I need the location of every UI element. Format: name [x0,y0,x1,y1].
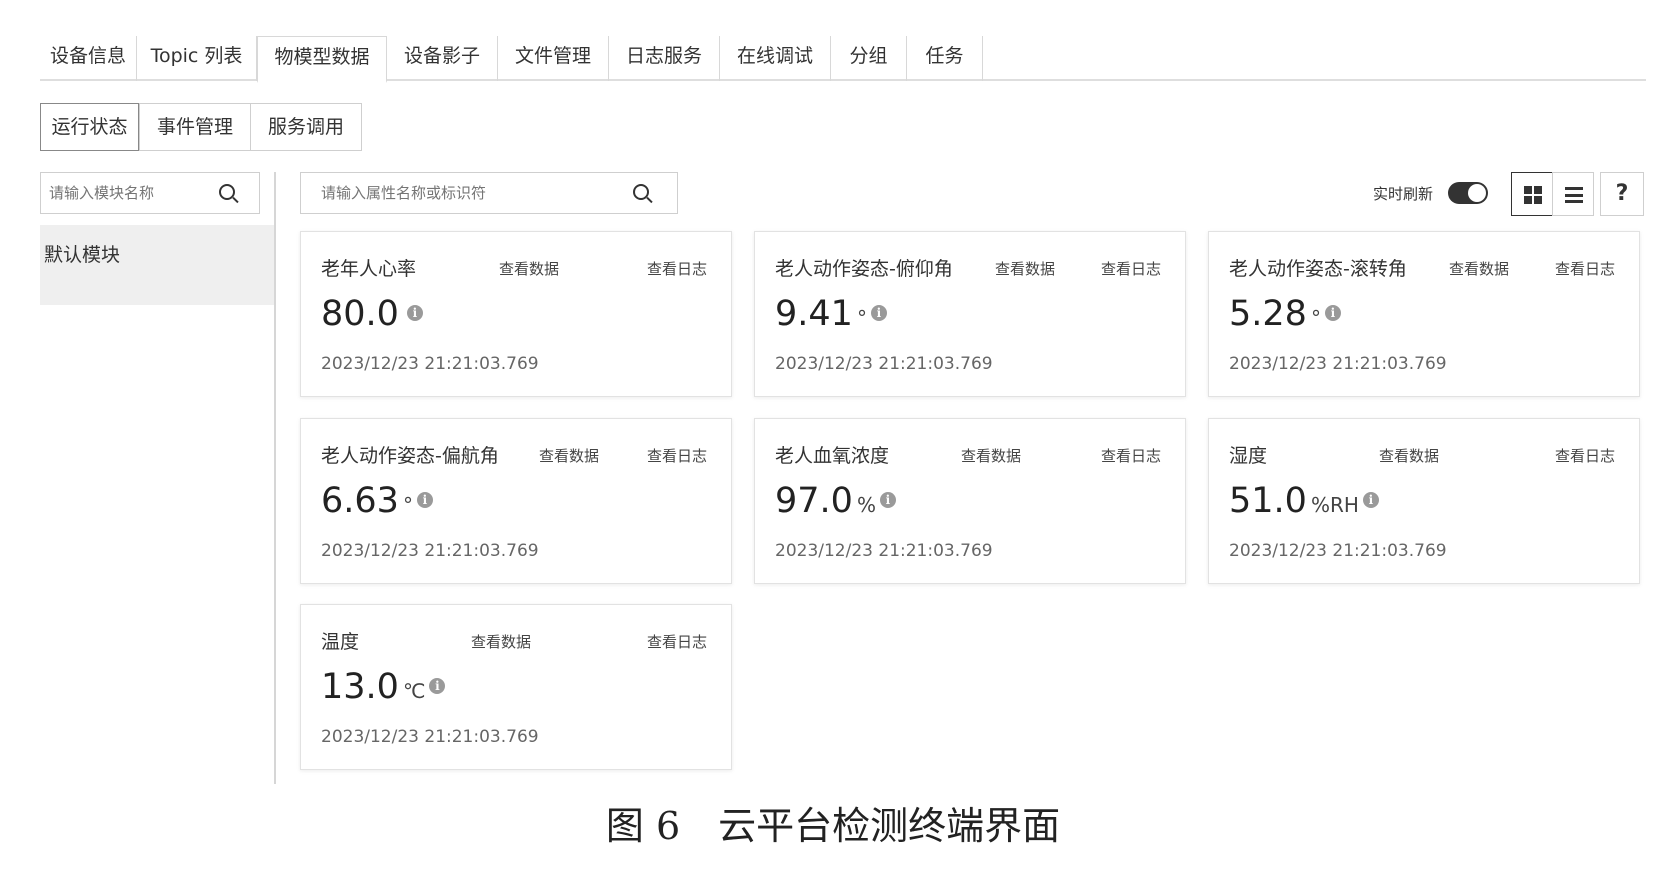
property-card: 老年人心率 查看数据 查看日志 80.0 i 2023/12/23 21:21:0… [300,231,732,397]
module-search-box [40,172,260,214]
property-value: 6.63 ° i [321,481,433,521]
property-card: 老人动作姿态-偏航角 查看数据 查看日志 6.63 ° i 2023/12/23 2… [300,418,732,584]
info-icon[interactable]: i [416,492,433,508]
property-name: 温度 [321,631,360,653]
view-log-link[interactable]: 查看日志 [1101,258,1161,279]
subtab-event-management[interactable]: 事件管理 [139,103,251,151]
property-card: 湿度 查看数据 查看日志 51.0 %RH i 2023/12/23 21:21:0… [1208,418,1640,584]
grid-view-button[interactable] [1511,172,1553,216]
property-unit: ℃ [402,679,426,703]
tab-task[interactable]: 任务 [907,36,983,81]
tab-topic-list[interactable]: Topic 列表 [137,36,257,81]
property-timestamp: 2023/12/23 21:21:03.769 [775,354,993,374]
property-name: 老人血氧浓度 [775,445,890,467]
property-unit: %RH [1310,493,1359,517]
info-icon[interactable]: i [1324,305,1341,321]
view-log-link[interactable]: 查看日志 [1555,258,1615,279]
grid-icon [1524,186,1542,204]
property-unit: ° [856,306,867,330]
property-name: 湿度 [1229,445,1268,467]
property-timestamp: 2023/12/23 21:21:03.769 [321,541,539,561]
list-view-button[interactable] [1552,172,1594,216]
subtab-running-status[interactable]: 运行状态 [40,103,139,151]
property-search-box [300,172,678,214]
tab-online-debug[interactable]: 在线调试 [720,36,831,81]
property-value: 51.0 %RH i [1229,481,1379,521]
property-card: 老人动作姿态-俯仰角 查看数据 查看日志 9.41 ° i 2023/12/23 2… [754,231,1186,397]
tab-log-service[interactable]: 日志服务 [609,36,720,81]
realtime-refresh-toggle[interactable] [1448,182,1488,204]
info-icon[interactable]: i [406,305,423,321]
view-log-link[interactable]: 查看日志 [1101,445,1161,466]
view-data-link[interactable]: 查看数据 [1449,258,1509,279]
property-timestamp: 2023/12/23 21:21:03.769 [321,354,539,374]
property-value: 9.41 ° i [775,294,887,334]
property-name: 老人动作姿态-偏航角 [321,445,499,467]
help-button[interactable]: ? [1600,172,1644,216]
module-search-input[interactable] [49,179,219,207]
tab-device-shadow[interactable]: 设备影子 [387,36,498,81]
module-panel: 默认模块 [40,172,276,784]
property-value: 80.0 i [321,294,423,334]
info-icon[interactable]: i [429,678,446,694]
info-icon[interactable]: i [879,492,896,508]
list-icon [1565,187,1583,203]
tab-device-info[interactable]: 设备信息 [40,36,137,81]
tab-file-management[interactable]: 文件管理 [498,36,609,81]
module-item-default[interactable]: 默认模块 [40,225,274,305]
subtab-service-call[interactable]: 服务调用 [250,103,362,151]
property-value: 97.0% i [775,481,896,521]
tab-thing-model-data[interactable]: 物模型数据 [257,36,387,83]
view-log-link[interactable]: 查看日志 [647,631,707,652]
view-log-link[interactable]: 查看日志 [1555,445,1615,466]
view-data-link[interactable]: 查看数据 [961,445,1021,466]
view-log-link[interactable]: 查看日志 [647,445,707,466]
property-card: 温度 查看数据 查看日志 13.0 ℃ i 2023/12/23 21:21:03.… [300,604,732,770]
view-data-link[interactable]: 查看数据 [539,445,599,466]
figure-caption: 图 6 云平台检测终端界面 [605,804,1061,848]
view-data-link[interactable]: 查看数据 [1379,445,1439,466]
property-value: 5.28 ° i [1229,294,1341,334]
property-unit: ° [402,493,413,517]
property-name: 老人动作姿态-俯仰角 [775,258,953,280]
property-unit: ° [1310,306,1321,330]
property-card: 老人动作姿态-滚转角 查看数据 查看日志 5.28 ° i 2023/12/23 2… [1208,231,1640,397]
property-name: 老年人心率 [321,258,417,280]
property-timestamp: 2023/12/23 21:21:03.769 [321,727,539,747]
property-timestamp: 2023/12/23 21:21:03.769 [1229,354,1447,374]
tab-group[interactable]: 分组 [831,36,907,81]
property-timestamp: 2023/12/23 21:21:03.769 [1229,541,1447,561]
top-tab-bar: 设备信息 Topic 列表 物模型数据 设备影子 文件管理 日志服务 在线调试 … [40,36,1646,83]
property-name: 老人动作姿态-滚转角 [1229,258,1407,280]
property-value: 13.0 ℃ i [321,667,446,707]
search-icon[interactable] [219,184,235,200]
property-search-input[interactable] [321,179,641,207]
view-data-link[interactable]: 查看数据 [995,258,1055,279]
view-data-link[interactable]: 查看数据 [471,631,531,652]
property-card: 老人血氧浓度 查看数据 查看日志 97.0% i 2023/12/23 21:21… [754,418,1186,584]
view-data-link[interactable]: 查看数据 [499,258,559,279]
realtime-refresh-label: 实时刷新 [1373,185,1434,203]
info-icon[interactable]: i [870,305,887,321]
info-icon[interactable]: i [1362,492,1379,508]
view-log-link[interactable]: 查看日志 [647,258,707,279]
property-timestamp: 2023/12/23 21:21:03.769 [775,541,993,561]
search-icon[interactable] [633,184,649,200]
property-unit: % [856,493,876,517]
